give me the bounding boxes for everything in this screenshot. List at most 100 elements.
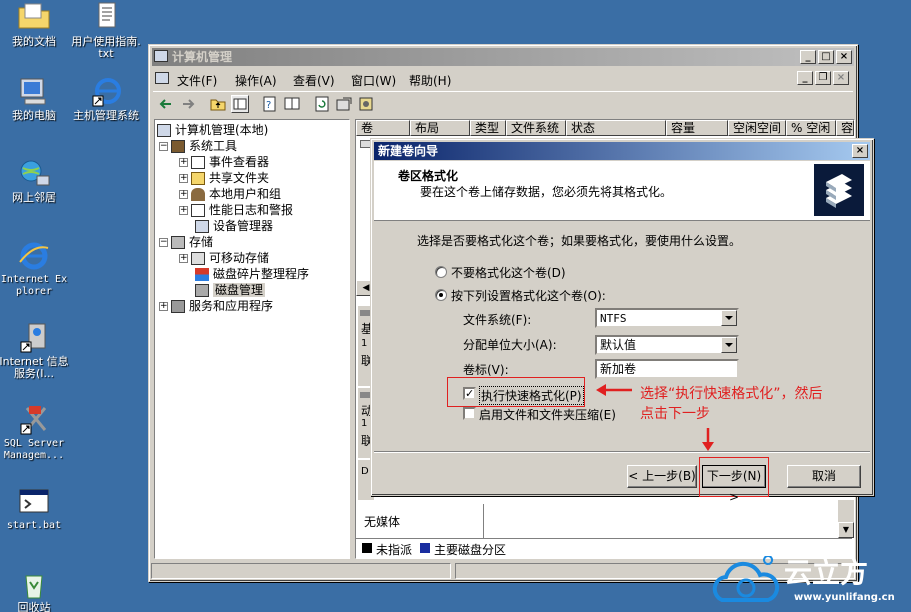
tree-item-disk-management[interactable]: 磁盘管理 (195, 282, 266, 298)
collapse-icon[interactable]: − (159, 238, 168, 247)
refresh-icon[interactable] (313, 95, 331, 113)
back-button[interactable]: < 上一步(B) (627, 465, 697, 488)
svg-text:?: ? (266, 100, 271, 111)
disk-1-icon (360, 392, 370, 398)
compression-label[interactable]: 启用文件和文件夹压缩(E) (479, 406, 616, 423)
allocation-size-label: 分配单位大小(A): (463, 338, 557, 352)
text-file-icon (89, 2, 123, 34)
column-header-percent-free[interactable]: % 空闲 (786, 120, 836, 136)
column-header-fault-tolerance[interactable]: 容 (836, 120, 854, 136)
child-restore-button[interactable]: ❐ (815, 71, 831, 85)
menu-window[interactable]: 窗口(W) (351, 72, 396, 89)
watermark-url: www.yunlifang.cn (794, 592, 895, 603)
cancel-button[interactable]: 取消 (787, 465, 861, 488)
close-button[interactable]: × (836, 50, 852, 64)
tree-item-label: 本地用户和组 (209, 187, 282, 201)
desktop-icon-label: 我的电脑 (12, 109, 56, 122)
desktop-icon-sql-server[interactable]: SQL Server Managem... (0, 404, 70, 462)
wizard-header: 卷区格式化 要在这个卷上储存数据，您必须先将其格式化。 (374, 161, 870, 221)
desktop-icon-my-documents[interactable]: 我的文档 (0, 2, 70, 48)
desktop-icon-internet-explorer[interactable]: Internet Explorer (0, 240, 70, 298)
filesystem-select[interactable]: NTFS (595, 308, 739, 328)
wizard-close-button[interactable]: × (852, 144, 868, 158)
desktop-icon-network[interactable]: 网上邻居 (0, 158, 70, 204)
child-close-button[interactable]: × (833, 71, 849, 85)
tree-item-storage[interactable]: − 存储 (159, 234, 213, 250)
column-header-free-space[interactable]: 空闲空间 (728, 120, 786, 136)
wizard-title-bar[interactable]: 新建卷向导 × (374, 142, 870, 160)
help-pane-icon[interactable] (283, 95, 301, 113)
no-format-radio[interactable] (435, 266, 447, 278)
column-header-layout[interactable]: 布局 (410, 120, 470, 136)
expand-icon[interactable]: + (159, 302, 168, 311)
collapse-icon[interactable]: − (159, 142, 168, 151)
up-folder-icon[interactable] (209, 95, 227, 113)
disk-settings-icon[interactable] (357, 95, 375, 113)
wizard-title: 新建卷向导 (378, 144, 439, 158)
export-list-icon[interactable] (335, 95, 353, 113)
forward-arrow-icon[interactable] (179, 95, 197, 113)
desktop-icon-my-computer[interactable]: 我的电脑 (0, 76, 70, 122)
mmc-title: 计算机管理 (172, 50, 233, 64)
expand-icon[interactable]: + (179, 206, 188, 215)
tree-item-performance-logs[interactable]: + 性能日志和警报 (179, 202, 293, 218)
expand-icon[interactable]: + (179, 174, 188, 183)
expand-icon[interactable]: + (179, 158, 188, 167)
menu-file[interactable]: 文件(F) (177, 72, 217, 89)
shared-folder-icon (191, 172, 205, 185)
vertical-scrollbar[interactable]: ▼ (838, 500, 854, 538)
tree-item-removable-storage[interactable]: + 可移动存储 (179, 250, 269, 266)
no-format-label[interactable]: 不要格式化这个卷(D) (451, 264, 566, 281)
tree-item-defragmenter[interactable]: 磁盘碎片整理程序 (195, 266, 309, 282)
column-header-status[interactable]: 状态 (566, 120, 666, 136)
menu-action[interactable]: 操作(A) (235, 72, 277, 89)
tree-item-device-manager[interactable]: 设备管理器 (195, 218, 273, 234)
tree-item-services-apps[interactable]: + 服务和应用程序 (159, 298, 273, 314)
properties-icon[interactable]: ? (261, 95, 279, 113)
quick-format-checkbox[interactable]: ✓ (463, 387, 476, 400)
format-label[interactable]: 按下列设置格式化这个卷(O): (451, 287, 606, 304)
services-icon (171, 300, 185, 313)
desktop-icon-label: start.bat (6, 520, 62, 531)
tree-item-event-viewer[interactable]: + 事件查看器 (179, 154, 269, 170)
wizard-prompt: 选择是否要格式化这个卷；如果要格式化，要使用什么设置。 (417, 234, 742, 248)
chevron-down-icon[interactable] (721, 310, 737, 326)
show-tree-icon[interactable] (231, 95, 249, 113)
desktop-icon-recycle-bin[interactable]: 回收站 (0, 568, 70, 612)
column-header-capacity[interactable]: 容量 (666, 120, 728, 136)
desktop-icon-user-guide[interactable]: 用户使用指南.txt (70, 2, 142, 60)
next-button[interactable]: 下一步(N) > (702, 465, 766, 504)
menu-help[interactable]: 帮助(H) (409, 72, 451, 89)
desktop-icon-host-manager[interactable]: 主机管理系统 (70, 76, 142, 122)
tree-pane: 计算机管理(本地) − 系统工具 + 事件查看器 + 共享文件夹 + 本地用户和组 + 性… (154, 119, 350, 559)
column-header-volume[interactable]: 卷 (356, 120, 410, 136)
volume-label-input[interactable]: 新加卷 (595, 359, 739, 379)
tree-item-local-users[interactable]: + 本地用户和组 (179, 186, 281, 202)
chevron-down-icon[interactable] (721, 337, 737, 353)
expand-icon[interactable]: + (179, 254, 188, 263)
expand-icon[interactable]: + (179, 190, 188, 199)
tree-item-shared-folders[interactable]: + 共享文件夹 (179, 170, 269, 186)
sql-server-icon (17, 404, 51, 436)
format-radio[interactable] (435, 289, 447, 301)
desktop-icon-iis[interactable]: Internet 信息服务(I... (0, 322, 70, 380)
tree-item-system-tools[interactable]: − 系统工具 (159, 138, 237, 154)
annotation-line-2: 点击下一步 (640, 406, 710, 422)
mmc-title-bar[interactable]: 计算机管理 _ □ × (152, 48, 854, 66)
desktop-icon-start-bat[interactable]: start.bat (0, 486, 70, 532)
quick-format-label[interactable]: 执行快速格式化(P) (479, 386, 584, 405)
child-minimize-button[interactable]: _ (797, 71, 813, 85)
defrag-icon (195, 268, 209, 281)
column-header-filesystem[interactable]: 文件系统 (506, 120, 566, 136)
allocation-size-select[interactable]: 默认值 (595, 335, 739, 355)
minimize-button[interactable]: _ (800, 50, 816, 64)
menu-view[interactable]: 查看(V) (293, 72, 335, 89)
network-icon (17, 158, 51, 190)
back-arrow-icon[interactable] (157, 95, 175, 113)
compression-checkbox[interactable] (463, 407, 476, 420)
column-header-type[interactable]: 类型 (470, 120, 506, 136)
recycle-bin-icon (17, 568, 51, 600)
tree-item-computer-management-local[interactable]: 计算机管理(本地) (157, 122, 268, 138)
scroll-down-button[interactable]: ▼ (838, 522, 854, 538)
maximize-button[interactable]: □ (818, 50, 834, 64)
